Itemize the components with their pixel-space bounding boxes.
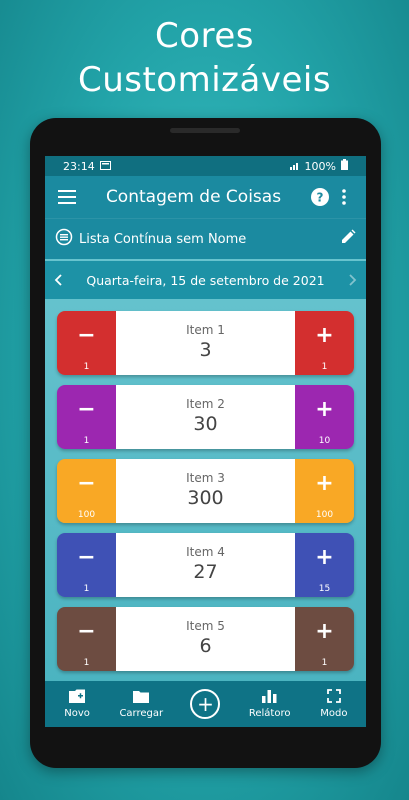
- app-bar: Contagem de Coisas ?: [45, 176, 366, 218]
- increment-button[interactable]: +10: [295, 385, 354, 449]
- item-count: 6: [199, 635, 212, 657]
- fullscreen-icon: [326, 689, 341, 706]
- app-screen: 23:14 100% Contagem de Coisas ? Lista Co…: [45, 156, 366, 727]
- item-label: Item 3: [186, 471, 225, 485]
- counter-card: −1 Item 5 6 +1: [57, 607, 354, 671]
- app-title: Contagem de Coisas: [105, 187, 282, 207]
- nav-add-button[interactable]: +: [175, 689, 235, 719]
- battery-text: 100%: [304, 159, 336, 173]
- list-bar: Lista Contínua sem Nome: [45, 218, 366, 259]
- counter-card: −1 Item 1 3 +1: [57, 311, 354, 375]
- increment-button[interactable]: +1: [295, 311, 354, 375]
- minus-icon: −: [77, 397, 96, 422]
- decrement-button[interactable]: −1: [57, 311, 116, 375]
- phone-frame: 23:14 100% Contagem de Coisas ? Lista Co…: [30, 118, 381, 768]
- chevron-left-icon[interactable]: [53, 271, 65, 290]
- signal-icon: [289, 160, 300, 173]
- bottom-navigation: Novo Carregar + Relátoro Modo: [45, 681, 366, 727]
- item-label: Item 2: [186, 397, 225, 411]
- decrement-step: 1: [83, 362, 90, 372]
- counter-card: −1 Item 4 27 +15: [57, 533, 354, 597]
- decrement-step: 1: [83, 658, 90, 668]
- item-count: 27: [193, 561, 218, 583]
- increment-step: 15: [318, 584, 331, 594]
- nav-report-button[interactable]: Relátoro: [240, 689, 300, 719]
- minus-icon: −: [77, 471, 96, 496]
- folder-icon: [133, 690, 150, 706]
- nav-load-button[interactable]: Carregar: [111, 690, 171, 719]
- item-label: Item 4: [186, 545, 225, 559]
- increment-button[interactable]: +1: [295, 607, 354, 671]
- decrement-step: 1: [83, 436, 90, 446]
- counter-value-area[interactable]: Item 2 30: [116, 385, 295, 449]
- list-name: Lista Contínua sem Nome: [79, 231, 247, 247]
- item-count: 300: [187, 487, 224, 509]
- increment-step: 1: [321, 362, 328, 372]
- promo-line-1: Cores: [155, 16, 254, 56]
- nav-report-label: Relátoro: [248, 707, 291, 719]
- edit-icon[interactable]: [340, 229, 356, 249]
- plus-icon: +: [315, 619, 334, 644]
- item-count: 3: [199, 339, 212, 361]
- increment-button[interactable]: +15: [295, 533, 354, 597]
- status-time: 23:14: [63, 159, 95, 173]
- list-icon: [55, 228, 73, 250]
- item-label: Item 1: [186, 323, 225, 337]
- minus-icon: −: [77, 545, 96, 570]
- battery-icon: [341, 159, 348, 173]
- item-label: Item 5: [186, 619, 225, 633]
- date-bar: Quarta-feira, 15 de setembro de 2021: [45, 261, 366, 299]
- decrement-button[interactable]: − 100: [57, 459, 116, 523]
- plus-icon: +: [315, 471, 334, 496]
- chevron-right-icon[interactable]: [346, 271, 358, 290]
- minus-icon: −: [77, 619, 96, 644]
- plus-icon: +: [315, 397, 334, 422]
- promo-line-2: Customizáveis: [77, 60, 332, 100]
- help-icon[interactable]: ?: [308, 185, 332, 209]
- menu-icon[interactable]: [55, 185, 79, 209]
- promo-heading: Cores Customizáveis: [0, 14, 409, 102]
- status-bar: 23:14 100%: [45, 156, 366, 176]
- plus-icon: +: [315, 323, 334, 348]
- counter-value-area[interactable]: Item 1 3: [116, 311, 295, 375]
- counter-value-area[interactable]: Item 3 300: [116, 459, 295, 523]
- decrement-button[interactable]: −1: [57, 533, 116, 597]
- increment-button[interactable]: +100: [295, 459, 354, 523]
- add-circle-icon: +: [190, 689, 221, 719]
- svg-text:?: ?: [317, 191, 324, 205]
- plus-icon: +: [315, 545, 334, 570]
- nav-mode-button[interactable]: Modo: [304, 689, 364, 719]
- new-file-icon: [69, 689, 86, 706]
- counter-value-area[interactable]: Item 5 6: [116, 607, 295, 671]
- decrement-button[interactable]: −1: [57, 607, 116, 671]
- phone-speaker: [170, 128, 240, 133]
- more-options-icon[interactable]: [332, 185, 356, 209]
- increment-step: 1: [321, 658, 328, 668]
- counter-card: −1 Item 2 30 +10: [57, 385, 354, 449]
- message-icon: [99, 160, 111, 173]
- decrement-step: 100: [77, 510, 96, 520]
- counter-value-area[interactable]: Item 4 27: [116, 533, 295, 597]
- counter-list: −1 Item 1 3 +1−1 Item 2 30 +10−100 Item 3 300 +10…: [45, 299, 366, 671]
- nav-new-label: Novo: [64, 708, 90, 719]
- nav-load-label: Carregar: [119, 707, 164, 719]
- decrement-button[interactable]: −1: [57, 385, 116, 449]
- counter-card: − 100 Item 3 300 +100: [57, 459, 354, 523]
- increment-step: 100: [315, 510, 334, 520]
- bar-chart-icon: [262, 689, 277, 706]
- minus-icon: −: [77, 323, 96, 348]
- nav-mode-label: Modo: [320, 708, 348, 719]
- date-label: Quarta-feira, 15 de setembro de 2021: [86, 272, 325, 288]
- decrement-step: 1: [83, 584, 90, 594]
- increment-step: 10: [318, 436, 331, 446]
- nav-new-button[interactable]: Novo: [47, 689, 107, 719]
- item-count: 30: [193, 413, 218, 435]
